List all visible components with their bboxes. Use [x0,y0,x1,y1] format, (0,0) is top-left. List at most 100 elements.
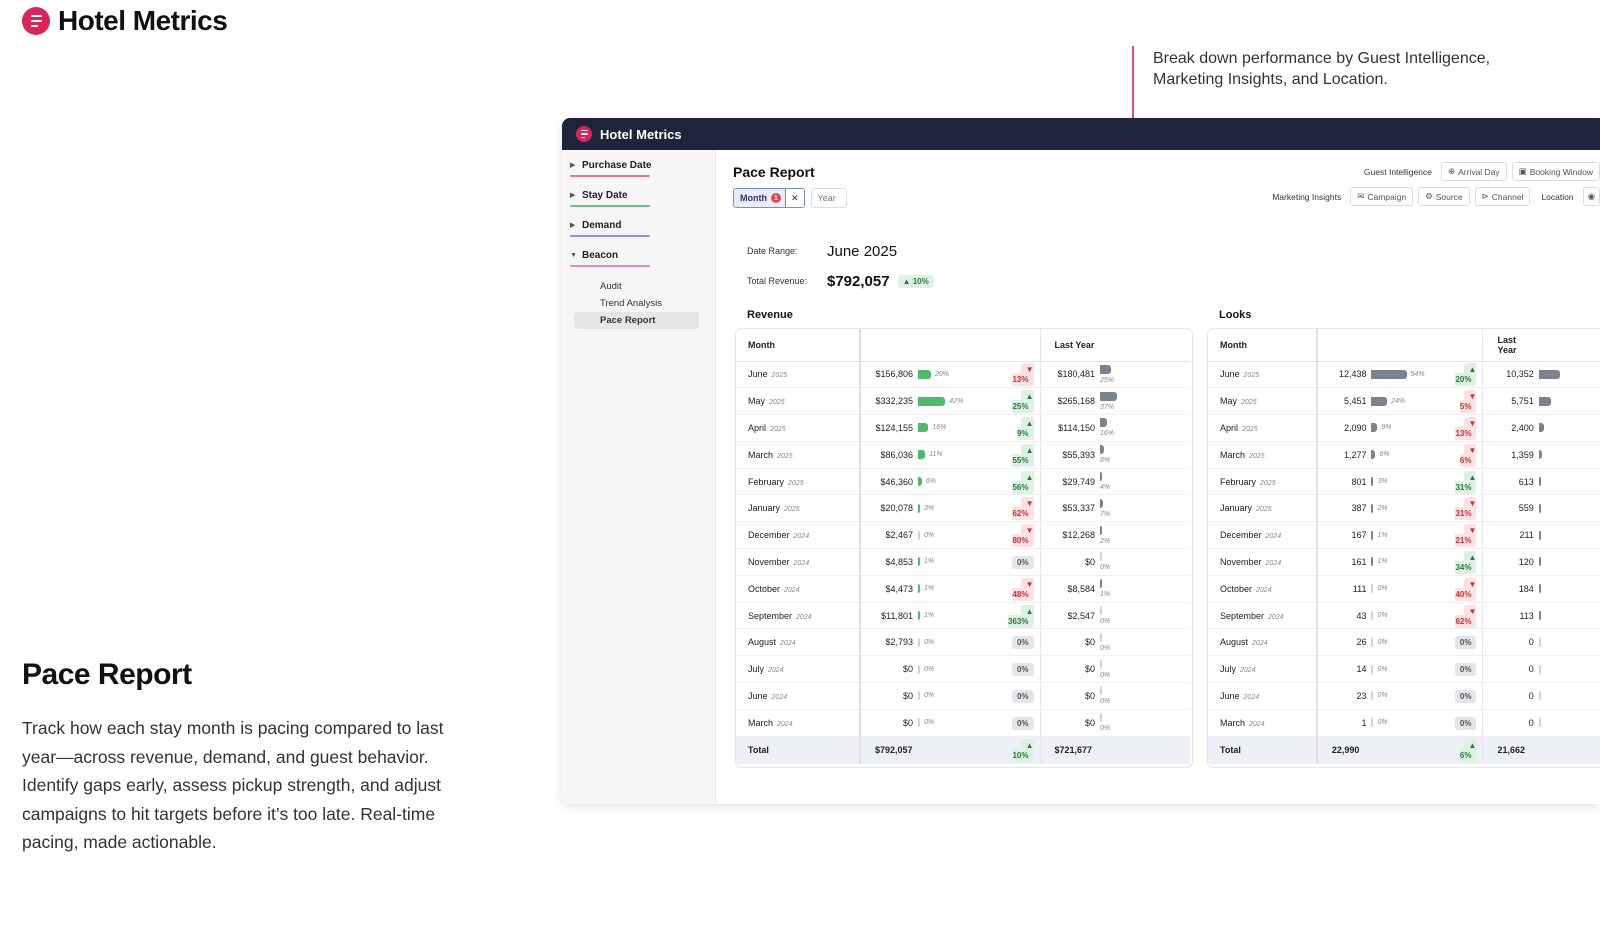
table-row: September 2024 43 0% ▼ 62% 113 [1208,602,1600,630]
month-name: May [1220,396,1238,407]
sidebar-subitem-trend-analysis[interactable]: Trend Analysis [574,295,699,312]
share-wrap: 0% [1371,637,1440,647]
share-wrap: 6% [918,477,994,487]
share-bar [918,477,922,487]
change-cell: 0% [1440,682,1484,710]
month-cell: July 2024 [736,655,861,684]
table-row: February 2025 $46,360 6% ▲ 56% $29,749 4% [736,468,1190,496]
last-year-share-cell [1538,709,1600,737]
share-wrap: 16% [1100,418,1190,437]
month-cell: January 2025 [1208,494,1318,523]
value-cell: $2,467 [860,521,918,550]
share-wrap: 0% [1100,659,1190,679]
share-wrap [1538,691,1600,701]
sidebar-subitem-pace-report[interactable]: Pace Report [574,312,699,329]
last-year-value-cell: $29,749 [1040,468,1100,496]
year-chip[interactable]: Year [810,188,847,208]
last-year-value-cell: $53,337 [1040,494,1100,523]
arrival-day-label: Arrival Day [1458,166,1500,177]
sidebar-subitem-audit[interactable]: Audit [574,278,699,295]
share-wrap [1538,423,1600,433]
chevron-right-icon: ▶ [570,162,576,169]
share-cell: 0% [1371,682,1441,710]
month-chip-label: Month [740,193,767,203]
table-row: May 2025 $332,235 42% ▲ 25% $265,168 37% [736,387,1190,416]
change-cell: ▲ 56% [994,468,1041,496]
share-wrap: 8% [1100,445,1190,464]
share-cell: 1% [918,602,994,630]
month-name: October [748,583,781,594]
last-year-value-cell: 0 [1482,709,1539,737]
source-button[interactable]: ⚙ Source [1418,187,1470,206]
sidebar-item-stay-date[interactable]: ▶ Stay Date [562,180,715,210]
month-name: August [1220,637,1249,648]
campaign-label: Campaign [1367,191,1407,202]
month-year: 2024 [1265,559,1282,567]
share-label: 0% [1377,585,1388,593]
month-year: 2025 [1249,452,1265,460]
change-cell: ▼ 62% [994,494,1041,523]
share-cell: 16% [918,414,994,442]
looks-col-month: Month [1208,329,1318,362]
month-cell: August 2024 [1208,628,1318,657]
last-year-value-cell: 613 [1482,468,1539,496]
last-year-share-label: 25% [1100,376,1115,384]
share-cell: 0% [1371,602,1441,630]
change-badge: 0% [1011,663,1034,677]
sidebar-item-purchase-date[interactable]: ▶ Purchase Date [562,150,715,180]
share-bar [918,664,920,674]
sidebar-item-label: Purchase Date [582,159,652,171]
last-year-share-label: 0% [1100,618,1111,626]
plus-circle-icon: ⊕ [1447,166,1456,176]
location-button[interactable]: ◉ [1582,187,1600,206]
change-badge: 0% [1454,636,1477,650]
value-cell: 43 [1316,602,1372,630]
share-bar [918,611,920,621]
table-row: March 2025 1,277 6% ▼ 6% 1,359 [1208,441,1600,469]
share-wrap: 0% [1100,552,1190,571]
arrival-day-button[interactable]: ⊕ Arrival Day [1440,162,1507,181]
change-cell: ▼ 13% [994,361,1041,389]
table-row: May 2025 5,451 24% ▼ 5% 5,751 [1208,387,1600,416]
last-year-share-bar [1538,718,1541,728]
brand: Hotel Metrics [22,5,228,37]
month-chip[interactable]: Month 1 ✕ [733,188,805,208]
value-cell: $4,853 [860,548,918,576]
share-wrap: 1% [918,584,994,594]
value-cell: 801 [1316,468,1372,496]
share-cell: 0% [1371,575,1441,603]
last-year-value-cell: 10,352 [1482,361,1539,389]
change-badge: ▼ 21% [1455,524,1477,548]
last-year-share-cell [1538,414,1600,442]
channel-button[interactable]: ⊳ Channel [1474,187,1531,206]
sidebar-underline [570,175,650,177]
change-badge: 0% [1011,555,1034,569]
month-name: February [748,476,785,487]
last-year-share-bar [1100,364,1112,374]
close-icon[interactable]: ✕ [785,189,804,207]
channel-icon: ⊳ [1481,191,1489,201]
last-year-share-label: 0% [1100,671,1111,679]
last-year-share-cell: 0% [1100,548,1190,576]
total-row: Total 22,990 ▲ 6% 21,662 [1208,736,1600,765]
revenue-table: Month Last Year June 2025 $156,806 20% ▼ 13%… [736,329,1190,765]
share-bar [918,423,929,433]
campaign-button[interactable]: ✉ Campaign [1350,187,1414,206]
sidebar-item-beacon[interactable]: ▼ Beacon [562,240,715,270]
last-year-value-cell: 184 [1482,575,1539,603]
month-year: 2024 [1243,693,1260,701]
booking-window-button[interactable]: ▣ Booking Window [1511,162,1600,181]
change-badge: ▼ 6% [1459,443,1477,467]
last-year-share-cell: 2% [1100,521,1190,550]
month-year: 2024 [780,640,796,648]
last-year-share-cell [1538,548,1600,576]
share-cell: 0% [1371,709,1441,737]
share-wrap: 0% [1371,664,1440,674]
month-name: November [1220,556,1262,567]
last-year-value-cell: $180,481 [1040,361,1100,389]
share-bar [1371,584,1374,594]
month-year: 2024 [1240,667,1256,675]
change-badge: 0% [1011,689,1034,703]
last-year-share-bar [1100,445,1104,455]
sidebar-item-demand[interactable]: ▶ Demand [562,210,715,240]
